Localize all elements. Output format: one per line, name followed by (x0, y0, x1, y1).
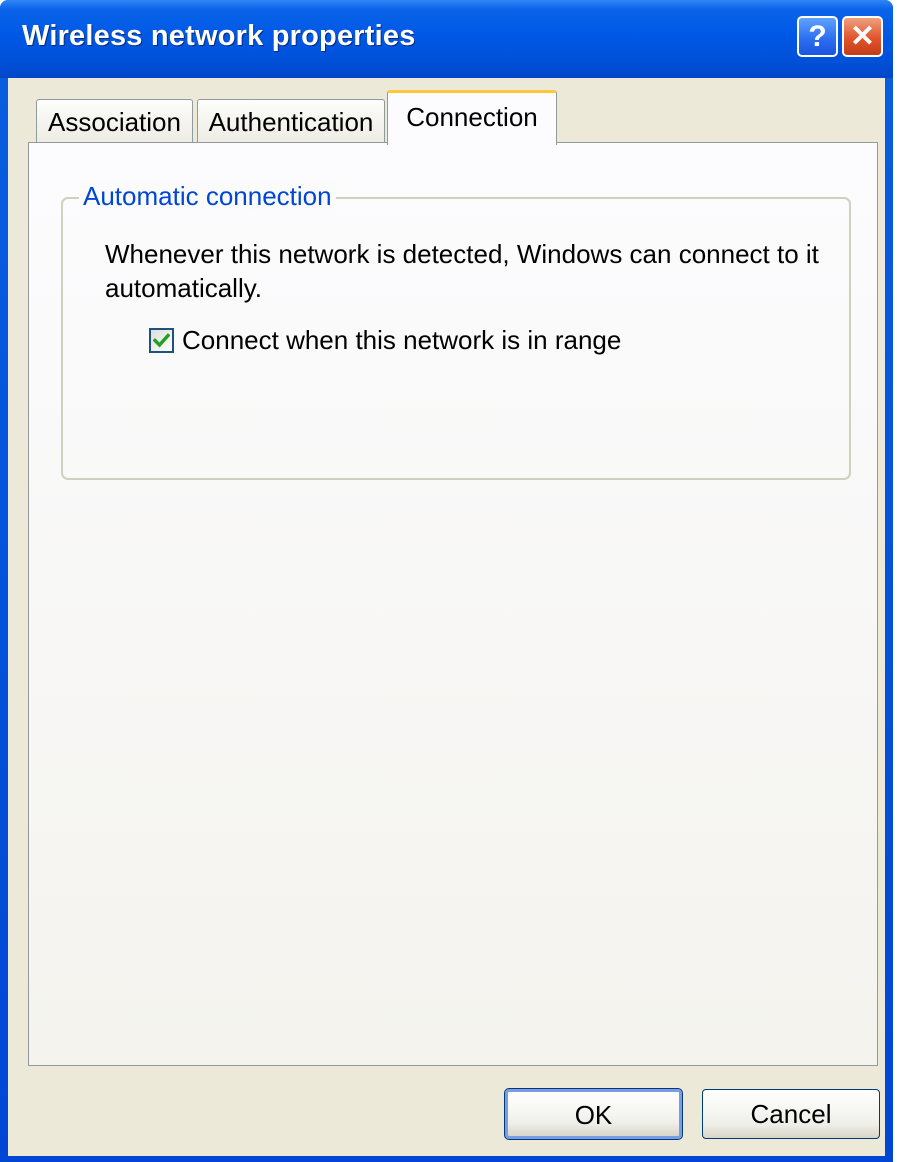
dialog-body: Association Authentication Connection Au… (8, 78, 885, 1156)
connect-in-range-option[interactable]: Connect when this network is in range (149, 323, 621, 357)
tab-association[interactable]: Association (36, 99, 193, 144)
dialog-window: Wireless network properties ? ✕ Associat… (0, 0, 893, 1162)
tab-label: Authentication (208, 107, 374, 137)
tab-connection[interactable]: Connection (387, 90, 557, 145)
window-title: Wireless network properties (22, 20, 416, 52)
title-bar[interactable]: Wireless network properties ? ✕ (0, 0, 893, 78)
description-text: Whenever this network is detected, Windo… (105, 239, 819, 303)
connect-in-range-checkbox[interactable] (149, 327, 174, 353)
close-icon: ✕ (849, 20, 876, 53)
tab-label: Association (48, 107, 181, 137)
group-title: Automatic connection (79, 181, 336, 212)
automatic-connection-group: Automatic connection Whenever this netwo… (61, 181, 851, 480)
checkbox-label[interactable]: Connect when this network is in range (182, 325, 621, 356)
close-button[interactable]: ✕ (842, 16, 883, 57)
cancel-button[interactable]: Cancel (702, 1089, 880, 1139)
checkmark-icon (153, 332, 170, 347)
ok-button[interactable]: OK (504, 1088, 683, 1140)
tab-authentication[interactable]: Authentication (197, 99, 385, 144)
tab-panel-connection: Automatic connection Whenever this netwo… (28, 142, 878, 1066)
help-button[interactable]: ? (797, 16, 838, 57)
tab-label: Connection (406, 102, 538, 132)
help-icon: ? (808, 19, 827, 53)
